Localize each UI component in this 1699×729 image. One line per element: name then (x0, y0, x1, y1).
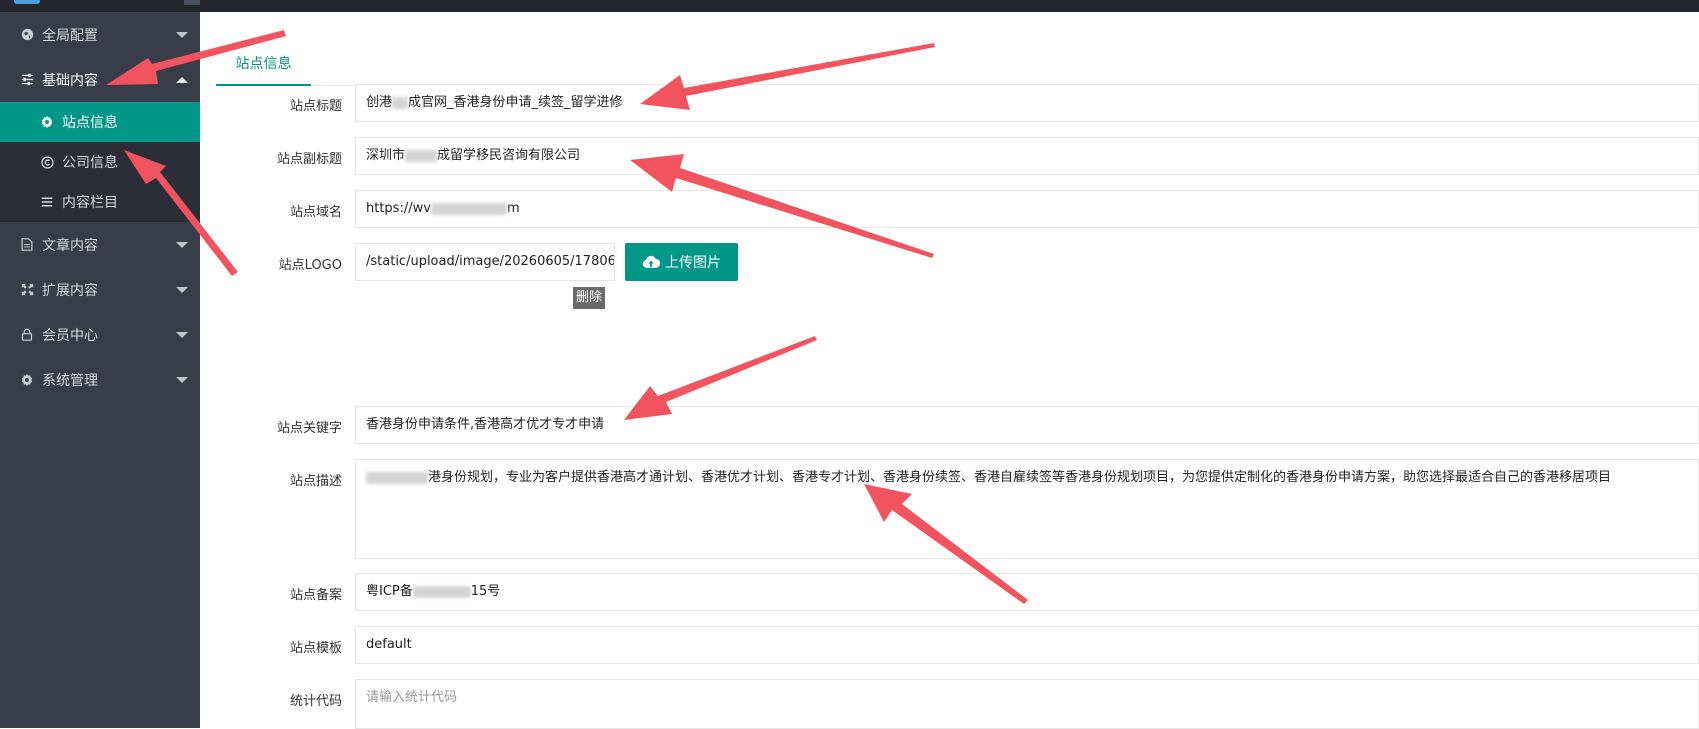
site-title-label: 站点标题 (289, 99, 342, 114)
header-toggle-fragment[interactable] (184, 0, 200, 5)
site-subtitle-text-end: 成留学移民咨询有限公司 (437, 148, 581, 163)
sidebar-subitem-company-info[interactable]: 公司信息 (0, 142, 200, 182)
sidebar: 全局配置 基础内容 站点信息 公司信息 内容栏目 文章内容 扩展内容 会员中心 … (0, 12, 200, 728)
list-icon (40, 195, 54, 209)
site-template-input[interactable]: default (355, 626, 1699, 664)
tab-site-info[interactable]: 站点信息 (216, 40, 311, 86)
sidebar-subitem-site-info[interactable]: 站点信息 (0, 102, 200, 142)
site-subtitle-label: 站点副标题 (276, 152, 342, 167)
lock-user-icon (20, 328, 34, 342)
sidebar-item-label: 系统管理 (42, 372, 98, 389)
site-icp-label: 站点备案 (289, 588, 342, 603)
gear-icon (40, 115, 54, 129)
site-description-text: 港身份规划，专业为客户提供香港高才通计划、香港优才计划、香港专才计划、香港身份续… (428, 470, 1612, 485)
sidebar-item-member-center[interactable]: 会员中心 (0, 312, 200, 357)
delete-logo-button[interactable]: 删除 (573, 287, 605, 309)
sidebar-item-label: 全局配置 (42, 27, 98, 44)
chevron-up-icon (176, 76, 188, 83)
site-domain-text-end: m (506, 201, 520, 216)
site-keywords-label: 站点关键字 (276, 421, 342, 436)
sidebar-subitem-label: 公司信息 (62, 155, 118, 171)
site-domain-input[interactable]: https://wv m (355, 190, 1699, 228)
site-icp-input[interactable]: 粤ICP备 15号 (355, 573, 1699, 611)
sidebar-item-label: 会员中心 (42, 327, 98, 344)
site-icp-text-end: 15号 (470, 584, 501, 599)
tab-bar: 站点信息 (216, 40, 1699, 86)
sidebar-item-label: 文章内容 (42, 237, 98, 254)
redacted-text (366, 471, 428, 484)
logo-fragment (14, 0, 40, 4)
site-template-label: 站点模板 (289, 641, 342, 656)
copyright-icon (40, 155, 54, 169)
sidebar-item-system-management[interactable]: 系统管理 (0, 357, 200, 402)
site-icp-text-start: 粤ICP备 (366, 584, 413, 599)
sidebar-item-basic-content[interactable]: 基础内容 (0, 57, 200, 102)
site-domain-text-start: https://wv (366, 201, 431, 216)
gear-icon (20, 373, 34, 387)
sidebar-item-label: 扩展内容 (42, 282, 98, 299)
cloud-upload-icon (642, 255, 660, 269)
document-icon (20, 238, 34, 252)
sidebar-subitem-content-columns[interactable]: 内容栏目 (0, 182, 200, 222)
chevron-down-icon (176, 376, 188, 383)
sidebar-subitem-label: 内容栏目 (62, 195, 118, 211)
sidebar-submenu: 站点信息 公司信息 内容栏目 (0, 102, 200, 222)
top-header-bar (0, 0, 1699, 12)
sliders-icon (20, 73, 34, 87)
chevron-down-icon (176, 331, 188, 338)
chevron-down-icon (176, 31, 188, 38)
site-title-text-start: 创港 (366, 95, 393, 110)
site-title-text-end: 成官网_香港身份申请_续签_留学进修 (408, 95, 623, 110)
redacted-text (430, 202, 507, 215)
sidebar-subitem-label: 站点信息 (62, 115, 118, 131)
stats-code-label: 统计代码 (289, 694, 342, 709)
site-subtitle-text-start: 深圳市 (366, 148, 406, 163)
site-description-textarea[interactable]: 港身份规划，专业为客户提供香港高才通计划、香港优才计划、香港专才计划、香港身份续… (355, 459, 1699, 559)
site-domain-label: 站点域名 (289, 205, 342, 220)
redacted-text (405, 149, 438, 162)
site-logo-label: 站点LOGO (278, 258, 342, 273)
sidebar-item-extension-content[interactable]: 扩展内容 (0, 267, 200, 312)
chevron-down-icon (176, 241, 188, 248)
globe-icon (20, 28, 34, 42)
sidebar-item-global-config[interactable]: 全局配置 (0, 12, 200, 57)
chevron-down-icon (176, 286, 188, 293)
upload-image-button[interactable]: 上传图片 (625, 243, 738, 281)
main-content: 站点信息 站点标题 创港 成官网_香港身份申请_续签_留学进修 站点副标题 深圳市… (200, 12, 1699, 729)
site-title-input[interactable]: 创港 成官网_香港身份申请_续签_留学进修 (355, 84, 1699, 122)
site-subtitle-input[interactable]: 深圳市 成留学移民咨询有限公司 (355, 137, 1699, 175)
expand-icon (20, 283, 34, 297)
site-keywords-input[interactable]: 香港身份申请条件,香港高才优才专才申请 (355, 406, 1699, 444)
site-description-label: 站点描述 (289, 474, 342, 489)
sidebar-item-label: 基础内容 (42, 72, 98, 89)
redacted-text (392, 96, 409, 109)
stats-code-textarea[interactable]: 请输入统计代码 (355, 679, 1699, 729)
upload-image-label: 上传图片 (665, 255, 721, 271)
redacted-text (412, 585, 471, 598)
site-logo-input[interactable]: /static/upload/image/20260605/1780646 (355, 243, 615, 281)
sidebar-item-article-content[interactable]: 文章内容 (0, 222, 200, 267)
